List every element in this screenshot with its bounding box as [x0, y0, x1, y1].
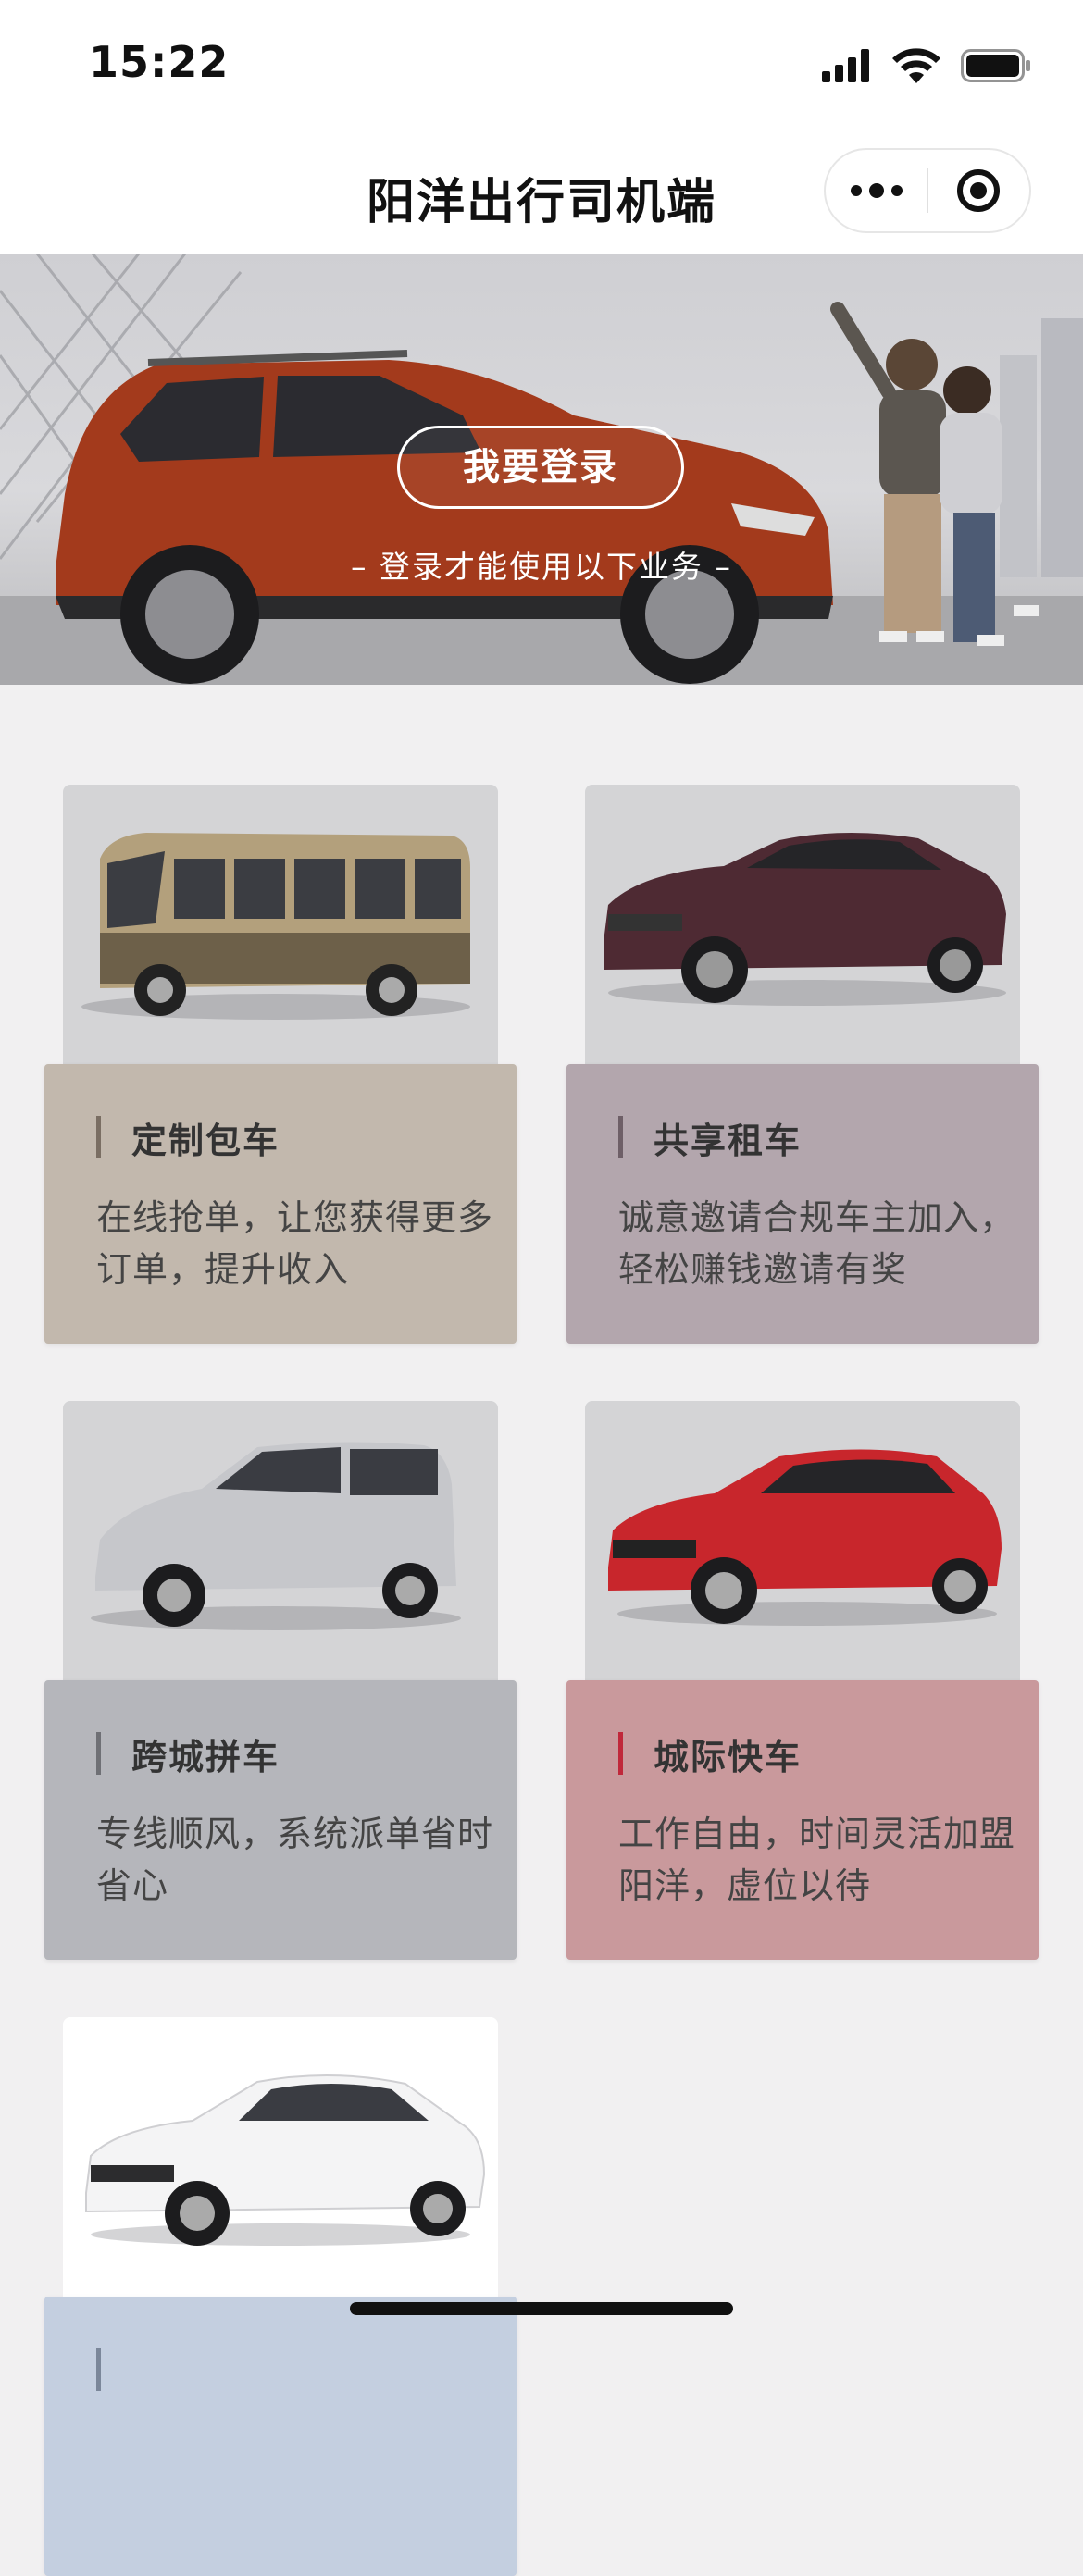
- service-description: 工作自由，时间灵活加盟阳洋，虚位以待: [618, 1814, 1016, 1906]
- service-panel: 定制包车 在线抢单，让您获得更多订单，提升收入: [44, 1064, 517, 1344]
- close-mini-program-button[interactable]: [928, 150, 1029, 231]
- cellular-signal-icon: [822, 49, 869, 82]
- service-panel: [44, 2297, 517, 2576]
- more-menu-button[interactable]: [826, 150, 927, 231]
- service-title: 跨城拼车: [131, 1737, 280, 1777]
- more-dots-icon: [850, 185, 862, 196]
- service-title: 定制包车: [131, 1121, 280, 1161]
- status-icons: [822, 48, 1031, 83]
- service-title: 共享租车: [654, 1121, 803, 1161]
- accent-bar: [618, 1732, 623, 1775]
- service-card-rental[interactable]: 共享租车 诚意邀请合规车主加入，轻松赚钱邀请有奖: [566, 785, 1039, 1344]
- service-description: 在线抢单，让您获得更多订单，提升收入: [96, 1197, 494, 1290]
- mini-program-capsule: [824, 148, 1031, 233]
- hero-banner: 我要登录 – 登录才能使用以下业务 –: [0, 254, 1083, 685]
- service-card-intercity-carpool[interactable]: 跨城拼车 专线顺风，系统派单省时省心: [44, 1401, 517, 1960]
- home-indicator: [350, 2302, 733, 2315]
- sedan-image: [585, 785, 1020, 1064]
- service-panel: 城际快车 工作自由，时间灵活加盟阳洋，虚位以待: [566, 1680, 1039, 1960]
- login-button[interactable]: 我要登录: [397, 426, 684, 509]
- accent-bar: [96, 1116, 101, 1158]
- hatchback-image: [585, 1401, 1020, 1680]
- service-description: 诚意邀请合规车主加入，轻松赚钱邀请有奖: [618, 1197, 1016, 1290]
- minibus-image: [63, 785, 498, 1064]
- service-title: 城际快车: [654, 1737, 803, 1777]
- accent-bar: [96, 1732, 101, 1775]
- service-description: 专线顺风，系统派单省时省心: [96, 1814, 494, 1906]
- nav-bar: 阳洋出行司机端: [0, 130, 1083, 254]
- white-sedan-image: [63, 2017, 498, 2297]
- battery-icon: [961, 49, 1030, 82]
- service-card-5[interactable]: [44, 2017, 517, 2576]
- service-card-intercity-express[interactable]: 城际快车 工作自由，时间灵活加盟阳洋，虚位以待: [566, 1401, 1039, 1960]
- service-card-charter[interactable]: 定制包车 在线抢单，让您获得更多订单，提升收入: [44, 785, 517, 1344]
- service-panel: 跨城拼车 专线顺风，系统派单省时省心: [44, 1680, 517, 1960]
- target-close-icon: [957, 169, 1001, 212]
- accent-bar: [618, 1116, 623, 1158]
- service-panel: 共享租车 诚意邀请合规车主加入，轻松赚钱邀请有奖: [566, 1064, 1039, 1344]
- wifi-icon: [892, 48, 940, 83]
- accent-bar: [96, 2348, 101, 2391]
- status-bar: 15:22: [0, 0, 1083, 130]
- login-hint: – 登录才能使用以下业务 –: [351, 549, 732, 585]
- status-time: 15:22: [89, 37, 230, 87]
- van-image: [63, 1401, 498, 1680]
